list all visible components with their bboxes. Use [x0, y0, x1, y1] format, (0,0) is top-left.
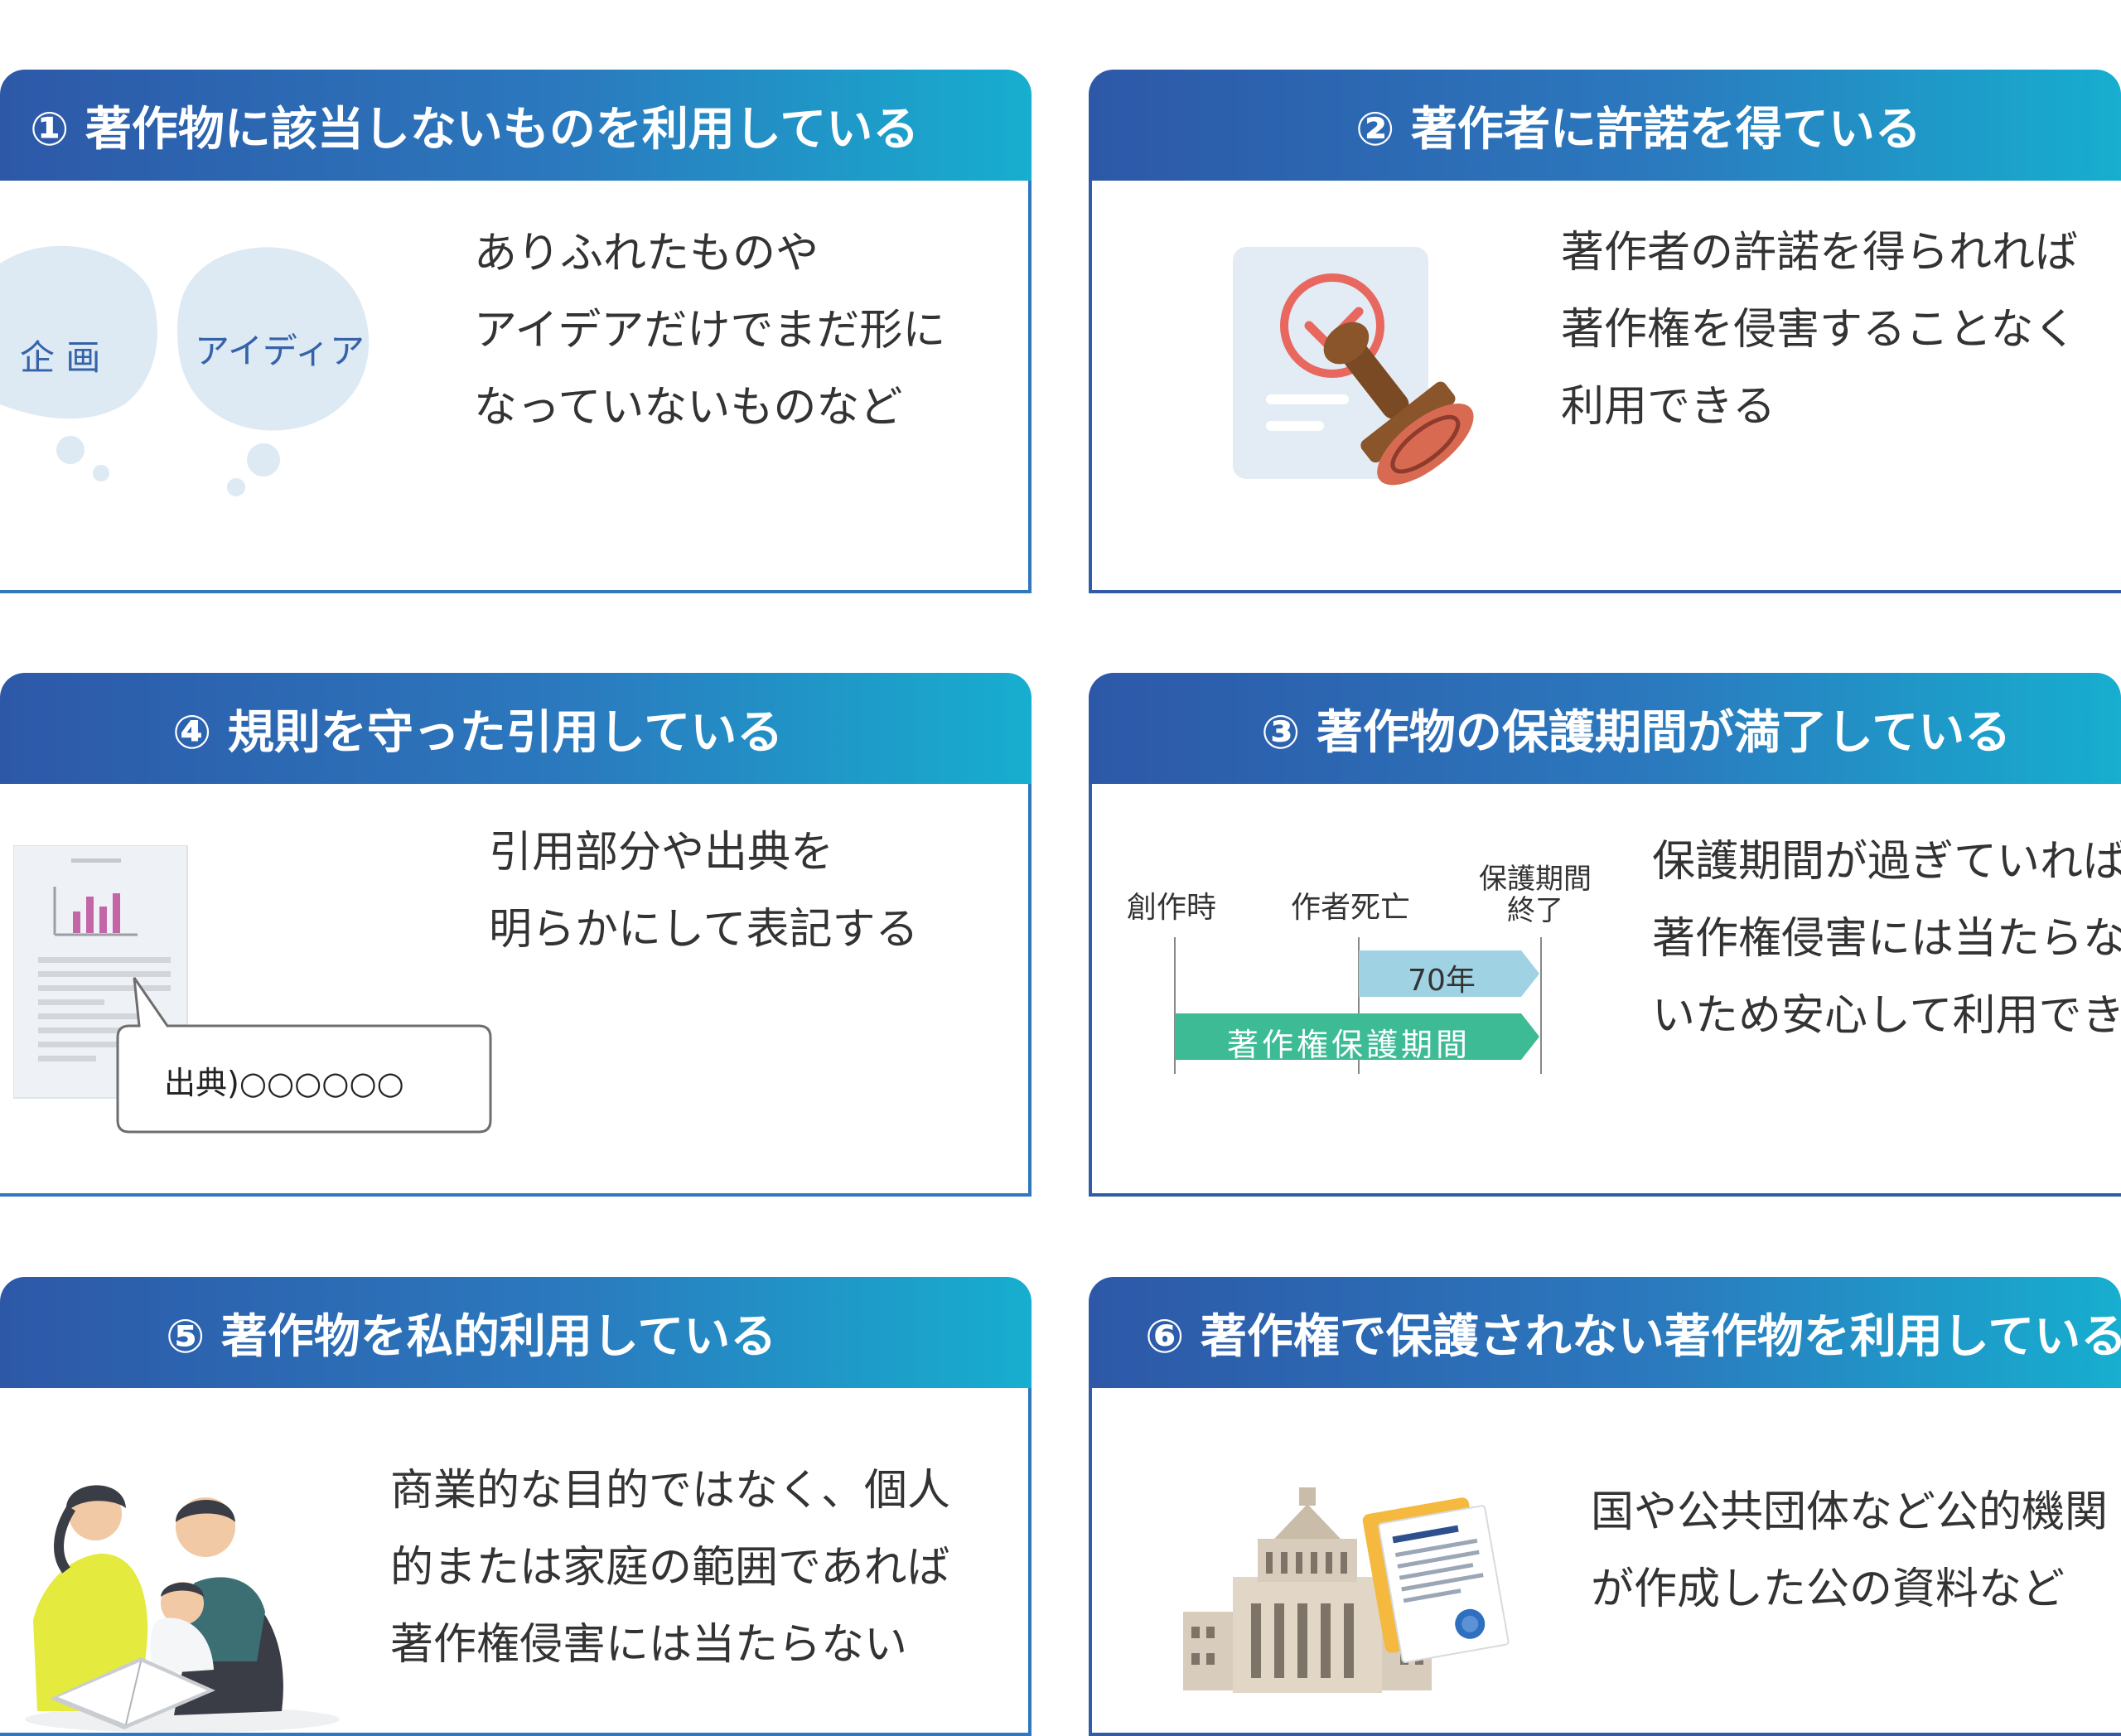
description-line: 引用部分や出典を [489, 828, 834, 878]
card-description: 商業的な目的ではなく、個人 的または家庭の範囲であれば 著作権侵害には当たらない [390, 1453, 950, 1684]
card-title: ⑤ 著作物を私的利用している [166, 1309, 777, 1364]
card-description: ありふれたものや アイデアだけでまだ形に なっていないものなど [474, 215, 945, 447]
card-protection-expired: ③ 著作物の保護期間が満了している 創作時 作者死亡 保護期間 終了 70年 著… [1089, 673, 2121, 1197]
description-line: 明らかにして表記する [489, 905, 919, 955]
description-line: 著作者の許諾を得られれば [1561, 228, 2079, 278]
description-line: アイデアだけでまだ形に [474, 306, 946, 355]
card-author-permission: ② 著作者に許諾を得ている 著作者の許諾を得られれば 著作権を侵害することなく … [1089, 70, 2121, 593]
card-body: 商業的な目的ではなく、個人 的または家庭の範囲であれば 著作権侵害には当たらない [0, 1388, 1032, 1736]
bubble-label-idea: アイディア [195, 331, 365, 371]
card-header: ① 著作物に該当しないものを利用している [0, 70, 1032, 181]
description-line: 国や公共団体など公的機関 [1591, 1487, 2109, 1537]
card-description: 保護期間が過ぎていれば 著作権侵害には当たらな いため安心して利用できる [1652, 824, 2121, 1055]
card-body: 国や公共団体など公的機関 が作成した公の資料など [1089, 1388, 2121, 1736]
card-description: 著作者の許諾を得られれば 著作権を侵害することなく 利用できる [1561, 215, 2078, 446]
timeline-label-end-line: 終了 [1507, 894, 1563, 927]
approval-stamp-icon [1233, 247, 1474, 486]
card-header: ③ 著作物の保護期間が満了している [1089, 673, 2121, 784]
card-description: 国や公共団体など公的機関 が作成した公の資料など [1591, 1474, 2108, 1628]
card-header: ④ 規則を守った引用している [0, 673, 1032, 784]
card-private-use: ⑤ 著作物を私的利用している 商業的な目的ではなく、個人 的または家庭の範囲であ… [0, 1277, 1032, 1736]
card-title: ⑥ 著作権で保護されない著作物を利用している [1145, 1309, 2121, 1364]
card-header: ⑥ 著作権で保護されない著作物を利用している [1089, 1277, 2121, 1388]
card-proper-quotation: ④ 規則を守った引用している 出典)○○○○○○ 引用部分や出典を 明らかにして… [0, 673, 1032, 1197]
card-body: 企 画 アイディア ありふれたものや アイデアだけでまだ形に なっていないものな… [0, 181, 1032, 593]
arrow-label-years: 70年 [1408, 964, 1476, 998]
description-line: なっていないものなど [474, 383, 903, 433]
card-description: 引用部分や出典を 明らかにして表記する [489, 815, 918, 969]
card-unprotected-works: ⑥ 著作権で保護されない著作物を利用している 国や公共団体など公的機関 が作成し… [1089, 1277, 2121, 1736]
parliament-building-icon [1183, 1487, 1510, 1693]
card-body: 創作時 作者死亡 保護期間 終了 70年 著作権保護期間 保護期間が過ぎていれば… [1089, 784, 2121, 1197]
description-line: いため安心して利用できる [1652, 991, 2121, 1041]
card-non-copyrightable: ① 著作物に該当しないものを利用している 企 画 アイディア ありふれたものや … [0, 70, 1032, 593]
card-body: 著作者の許諾を得られれば 著作権を侵害することなく 利用できる [1089, 181, 2121, 593]
card-title: ③ 著作物の保護期間が満了している [1261, 705, 2012, 760]
card-header: ② 著作者に許諾を得ている [1089, 70, 2121, 181]
timeline-label-end: 保護期間 終了 [1473, 863, 1597, 926]
citation-speech-bubble [116, 977, 492, 1134]
arrow-label-period: 著作権保護期間 [1226, 1027, 1471, 1063]
description-line: ありふれたものや [474, 229, 819, 278]
bubble-label-plan: 企 画 [20, 337, 101, 378]
description-line: 利用できる [1561, 382, 1776, 432]
description-line: が作成した公の資料など [1591, 1564, 2065, 1614]
description-line: 著作権を侵害することなく [1561, 305, 2077, 355]
description-line: 保護期間が過ぎていれば [1652, 837, 2121, 887]
timeline-label-death: 作者死亡 [1291, 891, 1411, 925]
card-title: ① 著作物に該当しないものを利用している [30, 102, 920, 157]
card-title: ④ 規則を守った引用している [172, 705, 784, 760]
card-body: 出典)○○○○○○ 引用部分や出典を 明らかにして表記する [0, 784, 1032, 1197]
timeline-label-creation: 創作時 [1127, 891, 1217, 925]
timeline-label-end-line: 保護期間 [1479, 863, 1592, 896]
description-line: 的または家庭の範囲であれば [390, 1543, 950, 1593]
description-line: 著作権侵害には当たらない [390, 1620, 908, 1670]
description-line: 商業的な目的ではなく、個人 [390, 1466, 951, 1516]
card-header: ⑤ 著作物を私的利用している [0, 1277, 1032, 1388]
family-reading-icon [25, 1485, 340, 1733]
citation-label: 出典)○○○○○○ [164, 1065, 404, 1101]
description-line: 著作権侵害には当たらな [1652, 914, 2121, 964]
card-title: ② 著作者に許諾を得ている [1355, 102, 1921, 157]
